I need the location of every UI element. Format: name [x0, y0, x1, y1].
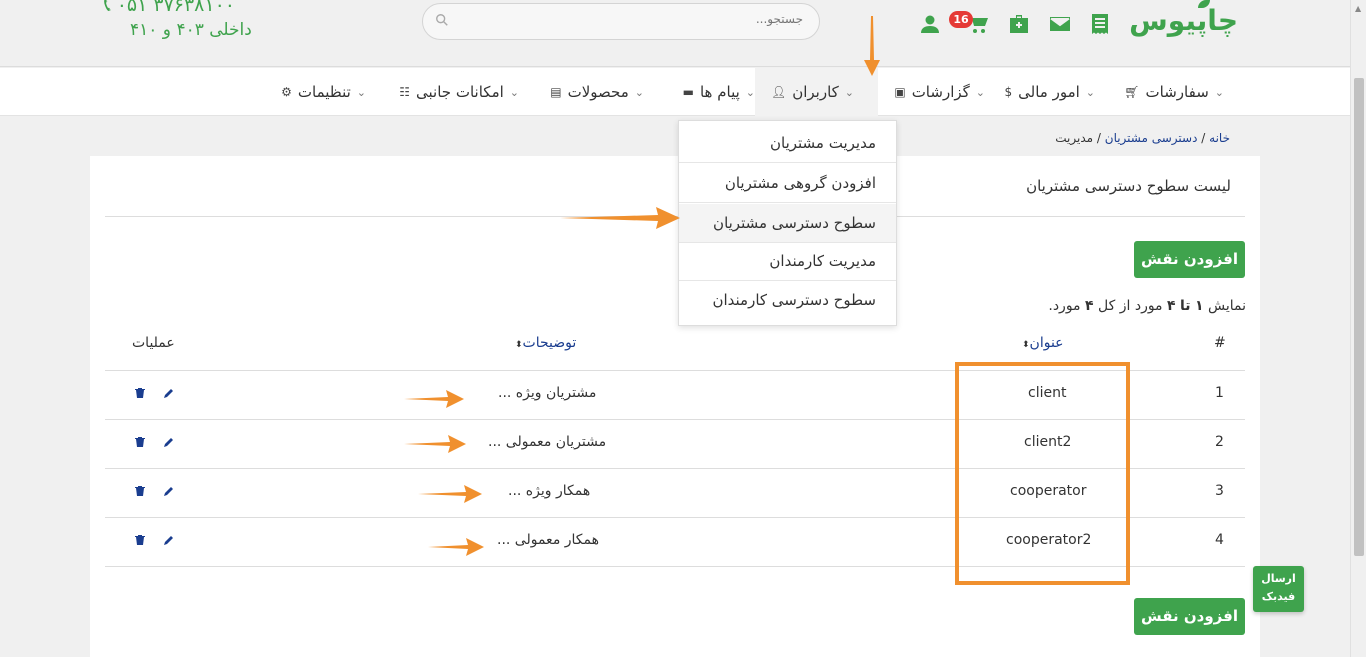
mail-icon[interactable]	[1048, 12, 1072, 36]
nav-extras[interactable]: ☷ امکانات جانبی ⌄	[399, 68, 529, 116]
cart-icon: 🛒︎	[1124, 85, 1140, 99]
search-input[interactable]	[473, 12, 803, 26]
cart-count-badge: 16	[949, 11, 973, 28]
search-icon[interactable]	[435, 13, 449, 27]
add-role-button-bottom[interactable]: افزودن نقش	[1134, 598, 1245, 635]
menu-item-customer-access-levels[interactable]: سطوح دسترسی مشتریان	[679, 204, 896, 243]
annotation-arrow-down	[864, 16, 880, 76]
annotation-arrow-right	[428, 538, 484, 556]
menu-item-bulk-add-customers[interactable]: افزودن گروهی مشتریان	[679, 164, 896, 203]
role-description: مشتریان ویژه ...	[498, 385, 597, 401]
menu-item-staff-access-levels[interactable]: سطوح دسترسی کارمندان	[679, 281, 896, 320]
delete-icon[interactable]	[134, 436, 146, 448]
scrollbar-thumb[interactable]	[1354, 78, 1364, 556]
chevron-down-icon: ⌄	[356, 85, 366, 99]
store-icon: ▤	[550, 85, 562, 99]
dollar-icon: $	[1004, 85, 1013, 99]
grid-icon: ☷	[399, 85, 411, 99]
gear-icon: ⚙︎	[281, 85, 292, 99]
search-box[interactable]	[422, 3, 820, 40]
breadcrumb-current: مدیریت	[1055, 131, 1094, 145]
feedback-button[interactable]: ارسال فیدبک	[1253, 566, 1304, 612]
sort-icon: ⬍	[515, 340, 523, 350]
edit-icon[interactable]	[163, 387, 175, 399]
nav-finance[interactable]: $ امور مالی ⌄	[1005, 68, 1106, 116]
delete-icon[interactable]	[134, 534, 146, 546]
annotation-arrow-right	[418, 485, 482, 503]
breadcrumb-separator: /	[1093, 131, 1101, 145]
site-logo[interactable]: چاپیوس	[1129, 0, 1239, 37]
chevron-down-icon: ⌄	[1085, 85, 1095, 99]
edit-icon[interactable]	[163, 436, 175, 448]
phone-icon: 📞︎	[104, 0, 111, 16]
breadcrumb-separator: /	[1197, 131, 1206, 145]
nav-settings[interactable]: ⚙︎ تنظیمات ⌄	[281, 68, 376, 116]
phone-extension: داخلی ۴۰۳ و ۴۱۰	[130, 20, 252, 40]
edit-icon[interactable]	[163, 485, 175, 497]
edit-icon[interactable]	[163, 534, 175, 546]
chevron-down-icon: ⌄	[975, 85, 985, 99]
row-number: 4	[1215, 532, 1224, 548]
role-description: مشتریان معمولی ...	[488, 434, 607, 450]
scroll-up-arrow-icon[interactable]: ▲	[1355, 4, 1361, 13]
breadcrumb-section[interactable]: دسترسی مشتریان	[1105, 131, 1198, 145]
users-dropdown-menu: مدیریت مشتریان افزودن گروهی مشتریان سطوح…	[678, 120, 897, 326]
role-description: همکار ویژه ...	[508, 483, 591, 499]
row-number: 2	[1215, 434, 1224, 450]
chevron-down-icon: ⌄	[745, 85, 755, 99]
user-icon: 👤︎	[770, 85, 787, 99]
menu-item-manage-customers[interactable]: مدیریت مشتریان	[679, 124, 896, 163]
chevron-down-icon: ⌄	[844, 85, 854, 99]
records-summary: نمایش ۱ تا ۴ مورد از کل ۴ مورد.	[1048, 298, 1246, 314]
breadcrumb-home[interactable]: خانه	[1209, 131, 1230, 145]
nav-products[interactable]: ▤ محصولات ⌄	[550, 68, 654, 116]
nav-messages[interactable]: ▬ پیام ها ⌄	[683, 68, 765, 116]
chevron-down-icon: ⌄	[1214, 85, 1224, 99]
column-header-title[interactable]: عنوان⬍	[1022, 335, 1064, 351]
column-header-description[interactable]: توضیحات⬍	[515, 335, 576, 351]
sort-icon: ⬍	[1022, 340, 1030, 350]
row-number: 1	[1215, 385, 1224, 401]
column-header-num: #	[1214, 335, 1226, 351]
annotation-arrow-right	[404, 390, 464, 408]
column-header-operations: عملیات	[132, 335, 175, 351]
page-scrollbar[interactable]: ▲	[1350, 0, 1366, 657]
chevron-down-icon: ⌄	[634, 85, 644, 99]
add-role-button-top[interactable]: افزودن نقش	[1134, 241, 1245, 278]
row-number: 3	[1215, 483, 1224, 499]
phone-number: 📞︎ ۰۵۱ ۳۷۶۳۸۱۰۰	[104, 0, 235, 16]
user-icon[interactable]	[918, 12, 942, 36]
receipt-icon[interactable]	[1088, 12, 1112, 36]
annotation-arrow-right	[560, 207, 680, 229]
main-nav: 🛒︎ سفارشات ⌄ $ امور مالی ⌄ ▣ گزارشات ⌄ 👤…	[0, 68, 1350, 116]
briefcase-icon[interactable]	[1007, 12, 1031, 36]
header-bar: چاپیوس 16 📞︎ ۰۵۱ ۳۷۶۳۸۱۰۰ داخلی ۴۰۳ و ۴۱…	[0, 0, 1350, 67]
delete-icon[interactable]	[134, 485, 146, 497]
annotation-arrow-right	[404, 435, 466, 453]
chevron-down-icon: ⌄	[509, 85, 519, 99]
nav-orders[interactable]: 🛒︎ سفارشات ⌄	[1124, 68, 1234, 116]
menu-item-manage-staff[interactable]: مدیریت کارمندان	[679, 242, 896, 281]
chart-icon: ▣	[894, 85, 906, 99]
chat-icon: ▬	[682, 85, 694, 99]
role-description: همکار معمولی ...	[497, 532, 599, 548]
page-title: لیست سطوح دسترسی مشتریان	[1026, 177, 1231, 195]
nav-reports[interactable]: ▣ گزارشات ⌄	[894, 68, 995, 116]
annotation-highlight-box	[955, 362, 1130, 585]
delete-icon[interactable]	[134, 387, 146, 399]
breadcrumb: خانه / دسترسی مشتریان / مدیریت	[1055, 131, 1230, 145]
